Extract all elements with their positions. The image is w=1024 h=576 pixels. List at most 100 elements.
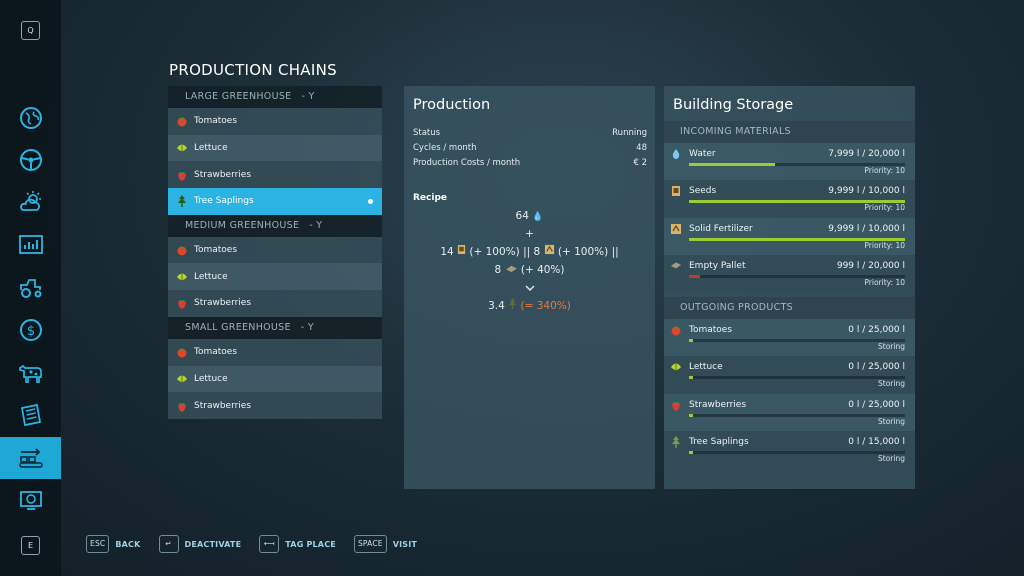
chain-header-medium-greenhouse: MEDIUM GREENHOUSE - Y (168, 214, 382, 237)
contracts-icon (20, 403, 41, 427)
tractor-icon (19, 279, 41, 298)
recipe-bonus: (+ 100%) (557, 246, 609, 258)
stat-value: € 2 (633, 158, 647, 168)
storage-item-header: Seeds 9,999 l / 10,000 l (670, 180, 905, 200)
production-panel: Production Status Running Cycles / month… (404, 86, 655, 489)
list-item-label: Lettuce (194, 373, 228, 384)
sidebar-item-weather[interactable] (0, 181, 61, 223)
storage-item-amount: 0 l / 15,000 l (848, 437, 905, 448)
storage-item-empty-pallet: Empty Pallet 999 l / 20,000 l Priority: 10 (664, 254, 915, 293)
stat-costs: Production Costs / month € 2 (404, 156, 655, 171)
storage-item-name: Seeds (689, 186, 717, 197)
tree-sapling-icon (176, 195, 188, 208)
tree-sapling-icon (670, 436, 682, 449)
storage-item-amount: 7,999 l / 20,000 l (828, 149, 905, 159)
key-hint: ⟻ (259, 535, 280, 553)
chain-name: SMALL GREENHOUSE (185, 321, 291, 333)
sidebar-item-animals[interactable] (0, 352, 61, 394)
water-drop-icon (670, 148, 682, 160)
storage-item-status: Priority: 10 (864, 166, 905, 175)
storage-item-seeds: Seeds 9,999 l / 10,000 l Priority: 10 (664, 180, 915, 218)
storage-title: Building Storage (673, 97, 794, 113)
list-item-label: Tree Saplings (194, 196, 254, 207)
list-item-tomatoes[interactable]: Tomatoes (168, 236, 382, 264)
fill-level-bar-fill (689, 163, 776, 166)
sidebar-item-map[interactable] (0, 97, 61, 139)
button-label: BACK (115, 539, 141, 549)
stat-label: Production Costs / month (413, 158, 521, 168)
tree-sapling-icon (508, 298, 517, 312)
sidebar-item-vehicles[interactable] (0, 139, 61, 181)
water-drop-icon: 💧 (532, 212, 544, 222)
storage-item-amount: 0 l / 25,000 l (848, 399, 905, 410)
storage-item-status: Storing (878, 454, 905, 464)
list-item-strawberries[interactable]: Strawberries (168, 290, 382, 317)
recipe-input-pallet: 8 (+ 40%) (404, 261, 655, 279)
lettuce-icon (176, 271, 188, 283)
outgoing-products-list: Tomatoes 0 l / 25,000 l Storing Lettuce 0 l … (664, 319, 915, 469)
list-item-strawberries[interactable]: Strawberries (168, 392, 382, 419)
stat-status: Status Running (404, 126, 655, 141)
list-item-label: Tomatoes (194, 347, 238, 358)
lettuce-icon (670, 361, 682, 373)
lettuce-icon (176, 142, 188, 154)
storage-item-name: Water (689, 149, 716, 159)
button-label: TAG PLACE (285, 539, 336, 549)
storage-item-name: Tree Saplings (689, 437, 749, 448)
strawberry-icon (176, 297, 188, 310)
prev-page-key[interactable]: Q (21, 21, 40, 40)
lettuce-icon (176, 373, 188, 385)
tag-place-button[interactable]: ⟻ TAG PLACE (259, 535, 336, 553)
deactivate-button[interactable]: ↵ DEACTIVATE (158, 535, 242, 553)
storage-item-name: Strawberries (689, 399, 747, 410)
recipe-title: Recipe (413, 193, 448, 203)
recipe-amount: 14 (440, 246, 454, 258)
page-title: PRODUCTION CHAINS (169, 61, 337, 79)
list-item-label: Strawberries (194, 298, 252, 309)
sidebar-item-statistics[interactable] (0, 224, 61, 266)
tomato-icon (176, 346, 188, 358)
building-storage-panel: Building Storage INCOMING MATERIALS Wate… (664, 86, 915, 489)
key-hint: SPACE (353, 535, 387, 553)
production-title: Production (413, 97, 491, 113)
storage-item-header: Tomatoes 0 l / 25,000 l (670, 319, 905, 339)
storage-item-amount: 9,999 l / 10,000 l (828, 223, 905, 234)
storage-item-header: Tree Saplings 0 l / 15,000 l (670, 431, 905, 451)
button-label: VISIT (392, 539, 418, 549)
recipe-amount: 8 (494, 264, 502, 276)
incoming-materials-header: INCOMING MATERIALS (664, 121, 915, 143)
fertilizer-icon (544, 244, 555, 258)
steering-wheel-icon (19, 149, 42, 171)
sidebar: Q $ E (0, 0, 61, 576)
storage-item-amount: 9,999 l / 10,000 l (828, 186, 905, 197)
storage-item-header: Strawberries 0 l / 25,000 l (670, 394, 905, 414)
sidebar-item-finances[interactable]: $ (0, 309, 61, 351)
list-item-lettuce[interactable]: Lettuce (168, 134, 382, 162)
storage-item-amount: 0 l / 25,000 l (848, 362, 905, 373)
visit-button[interactable]: SPACE VISIT (353, 535, 418, 553)
chevron-down-icon (525, 282, 535, 294)
storage-item-status: Storing (878, 416, 905, 426)
stat-value: Running (612, 128, 647, 138)
storage-item-status: Priority: 10 (864, 240, 905, 250)
chain-suffix: - Y (300, 321, 314, 333)
selected-indicator (368, 199, 373, 205)
sidebar-item-contracts[interactable] (0, 394, 61, 436)
recipe-separator: || (523, 246, 531, 258)
back-button[interactable]: ESC BACK (86, 535, 141, 553)
list-item-tomatoes[interactable]: Tomatoes (168, 338, 382, 366)
sidebar-item-garage[interactable] (0, 266, 61, 308)
next-page-key[interactable]: E (21, 536, 40, 555)
list-item-strawberries[interactable]: Strawberries (168, 161, 382, 189)
incoming-materials-list: Water 7,999 l / 20,000 l Priority: 10 Seeds… (664, 143, 915, 293)
storage-item-tree-saplings: Tree Saplings 0 l / 15,000 l Storing (664, 431, 915, 469)
list-item-tomatoes[interactable]: Tomatoes (168, 108, 382, 135)
chain-name: LARGE GREENHOUSE (185, 91, 292, 102)
seeds-icon (457, 245, 466, 258)
list-item-tree-saplings[interactable]: Tree Saplings (168, 188, 382, 215)
list-item-lettuce[interactable]: Lettuce (168, 263, 382, 291)
sidebar-item-help[interactable] (0, 479, 61, 521)
sidebar-item-production[interactable] (0, 437, 61, 479)
globe-map-icon (19, 107, 42, 129)
list-item-lettuce[interactable]: Lettuce (168, 365, 382, 393)
